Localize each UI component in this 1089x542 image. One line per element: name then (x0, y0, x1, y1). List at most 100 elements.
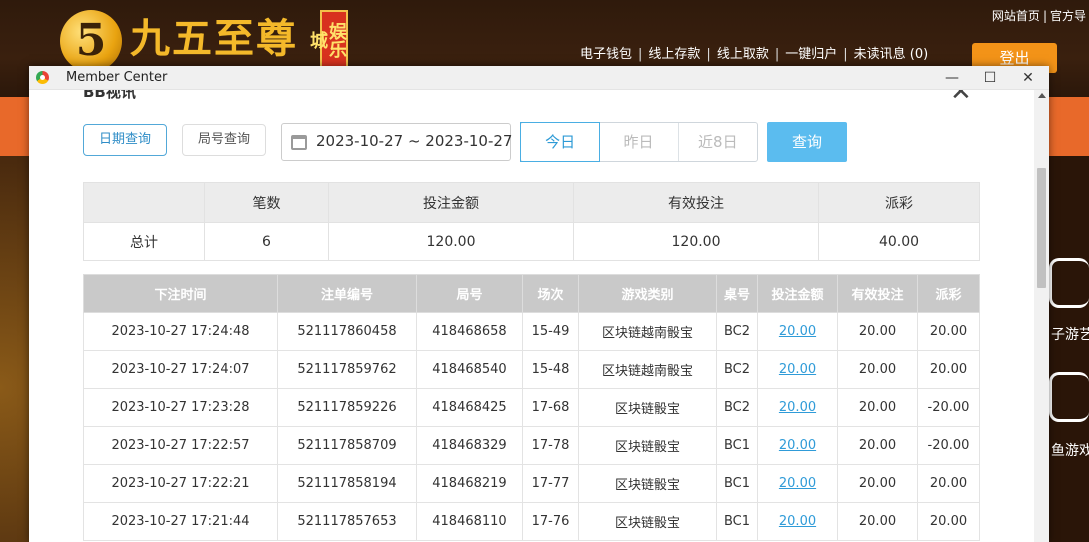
fishing-game-icon[interactable] (1049, 372, 1089, 422)
quick-last8days-button[interactable]: 近8日 (679, 123, 757, 161)
cell-valid-bet: 20.00 (837, 312, 918, 351)
member-center-window: Member Center — ☐ ✕ BB视讯 ✕ 日期查询 局号查询 202… (29, 66, 1049, 542)
quick-yesterday-button[interactable]: 昨日 (599, 123, 679, 161)
cell-session: 17-68 (522, 388, 579, 427)
cell-table-no: BC2 (716, 312, 758, 351)
cell-table-no: BC2 (716, 388, 758, 427)
summary-total-row: 总计 6 120.00 120.00 40.00 (83, 222, 980, 261)
cell-valid-bet: 20.00 (837, 464, 918, 503)
cell-bet-id: 521117857653 (277, 502, 417, 541)
bet-amount-link[interactable]: 20.00 (779, 362, 816, 377)
nav-transfer-all[interactable]: 一键归户 (785, 47, 837, 62)
dialog-close-icon[interactable]: ✕ (950, 90, 972, 105)
cell-bet-amount: 20.00 (757, 350, 838, 389)
tab-date-query[interactable]: 日期查询 (83, 124, 167, 156)
summary-header-cell: 笔数 (204, 182, 329, 223)
cell-game-type: 区块链越南骰宝 (578, 312, 717, 351)
cell-round-id: 418468540 (416, 350, 523, 389)
query-button[interactable]: 查询 (767, 122, 847, 162)
section-title: BB视讯 (83, 90, 136, 101)
cell-table-no: BC2 (716, 350, 758, 389)
logo-tag: 娱乐城 (307, 10, 348, 68)
cell-table-no: BC1 (716, 464, 758, 503)
scrollbar[interactable] (1034, 90, 1049, 542)
side-label-slots[interactable]: 子游艺 (1051, 324, 1089, 344)
logo-emblem: 5 (60, 10, 122, 72)
summary-label: 总计 (83, 222, 205, 261)
date-range-input[interactable]: 2023-10-27 ~ 2023-10-27 (281, 123, 512, 161)
header-payout: 派彩 (917, 274, 980, 313)
header-game-type: 游戏类别 (578, 274, 717, 313)
browser-app-icon (36, 71, 49, 84)
nav-withdraw[interactable]: 线上取款 (717, 47, 769, 62)
cell-bet-id: 521117859762 (277, 350, 417, 389)
cell-valid-bet: 20.00 (837, 426, 918, 465)
table-row: 2023-10-27 17:21:44 521117857653 418468110… (83, 502, 980, 541)
summary-bet-amount: 120.00 (328, 222, 574, 261)
cell-payout: 20.00 (917, 350, 980, 389)
close-icon[interactable]: ✕ (1009, 66, 1047, 90)
cell-bet-time: 2023-10-27 17:24:07 (83, 350, 278, 389)
bet-amount-link[interactable]: 20.00 (779, 514, 816, 529)
summary-header-cell: 有效投注 (573, 182, 819, 223)
cell-session: 15-49 (522, 312, 579, 351)
header-valid-bet: 有效投注 (837, 274, 918, 313)
cell-bet-id: 521117859226 (277, 388, 417, 427)
header-session: 场次 (522, 274, 579, 313)
cell-bet-time: 2023-10-27 17:21:44 (83, 502, 278, 541)
calendar-icon (291, 135, 307, 150)
cell-bet-id: 521117858194 (277, 464, 417, 503)
cell-bet-time: 2023-10-27 17:22:57 (83, 426, 278, 465)
window-content: BB视讯 ✕ 日期查询 局号查询 2023-10-27 ~ 2023-10-27… (29, 90, 1034, 542)
window-titlebar[interactable]: Member Center — ☐ ✕ (29, 66, 1049, 90)
bet-amount-link[interactable]: 20.00 (779, 438, 816, 453)
summary-header-cell (83, 182, 205, 223)
table-row: 2023-10-27 17:24:07 521117859762 418468540… (83, 350, 980, 389)
table-row: 2023-10-27 17:24:48 521117860458 418468658… (83, 312, 980, 351)
cell-session: 17-77 (522, 464, 579, 503)
cell-payout: 20.00 (917, 502, 980, 541)
cell-bet-amount: 20.00 (757, 426, 838, 465)
minimize-icon[interactable]: — (933, 66, 971, 90)
bet-amount-link[interactable]: 20.00 (779, 400, 816, 415)
side-game-menu: 子游艺 鱼游戏 (1049, 240, 1089, 480)
cell-round-id: 418468110 (416, 502, 523, 541)
summary-count: 6 (204, 222, 329, 261)
cell-payout: -20.00 (917, 426, 980, 465)
cell-table-no: BC1 (716, 502, 758, 541)
nav-messages[interactable]: 未读讯息 (0) (854, 47, 929, 62)
summary-header-cell: 派彩 (818, 182, 980, 223)
scroll-thumb[interactable] (1037, 168, 1046, 288)
nav-wallet[interactable]: 电子钱包 (580, 47, 632, 62)
quick-today-button[interactable]: 今日 (520, 122, 601, 162)
table-row: 2023-10-27 17:22:21 521117858194 418468219… (83, 464, 980, 503)
tab-round-query[interactable]: 局号查询 (182, 124, 266, 156)
cell-game-type: 区块链越南骰宝 (578, 350, 717, 389)
official-link[interactable]: 官方导 (1047, 9, 1089, 23)
cell-bet-time: 2023-10-27 17:24:48 (83, 312, 278, 351)
cell-round-id: 418468219 (416, 464, 523, 503)
cell-bet-amount: 20.00 (757, 388, 838, 427)
cell-bet-time: 2023-10-27 17:22:21 (83, 464, 278, 503)
cell-bet-amount: 20.00 (757, 464, 838, 503)
scroll-up-arrow-icon[interactable] (1038, 93, 1046, 98)
header-bet-id: 注单编号 (277, 274, 417, 313)
cell-bet-time: 2023-10-27 17:23:28 (83, 388, 278, 427)
bet-amount-link[interactable]: 20.00 (779, 476, 816, 491)
home-link[interactable]: 网站首页 (989, 9, 1043, 23)
nav-deposit[interactable]: 线上存款 (648, 47, 700, 62)
bet-amount-link[interactable]: 20.00 (779, 324, 816, 339)
maximize-icon[interactable]: ☐ (971, 66, 1009, 90)
side-label-fishing[interactable]: 鱼游戏 (1051, 440, 1089, 460)
cell-bet-amount: 20.00 (757, 502, 838, 541)
summary-header-row: 笔数 投注金额 有效投注 派彩 (83, 182, 980, 223)
table-row: 2023-10-27 17:22:57 521117858709 418468329… (83, 426, 980, 465)
cell-bet-id: 521117860458 (277, 312, 417, 351)
slot-game-icon[interactable] (1049, 258, 1089, 308)
summary-payout: 40.00 (818, 222, 980, 261)
bet-detail-table: 下注时间 注单编号 局号 场次 游戏类别 桌号 投注金额 有效投注 派彩 202… (83, 274, 980, 541)
cell-game-type: 区块链骰宝 (578, 388, 717, 427)
cell-game-type: 区块链骰宝 (578, 502, 717, 541)
cell-valid-bet: 20.00 (837, 388, 918, 427)
user-nav: 电子钱包 | 线上存款 | 线上取款 | 一键归户 | 未读讯息 (0) (580, 47, 929, 62)
